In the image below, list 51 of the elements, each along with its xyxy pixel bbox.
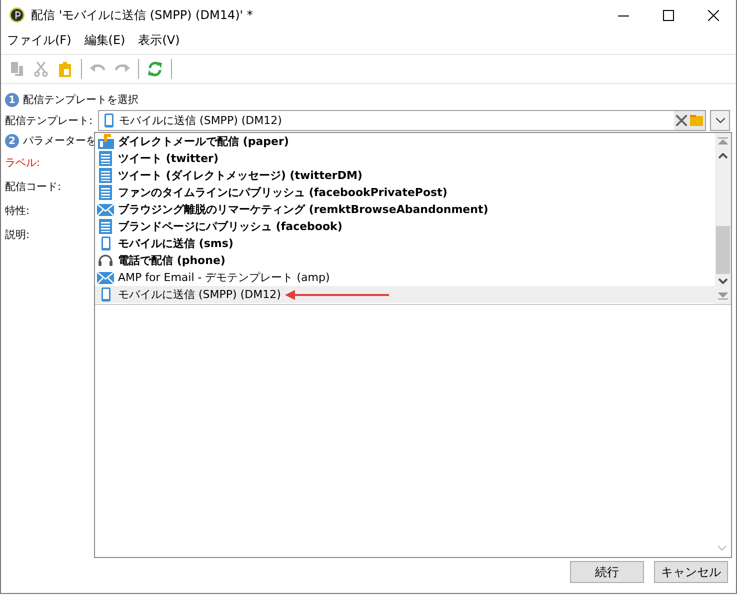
maximize-icon[interactable] xyxy=(663,10,674,20)
window-title: 配信 'モバイルに送信 (SMPP) (DM14)' * xyxy=(31,6,254,24)
scrollbar-thumb[interactable] xyxy=(716,226,730,274)
menu-item[interactable]: ファイル(F) xyxy=(7,32,72,48)
chevron-down-icon xyxy=(716,118,724,123)
menu-item[interactable]: 編集(E) xyxy=(84,32,126,48)
document-icon xyxy=(99,151,112,166)
template-option[interactable]: 電話で配信 (phone) xyxy=(95,252,715,269)
scroll-up-icon[interactable] xyxy=(718,153,728,159)
template-option[interactable]: ブランドページにパブリッシュ (facebook) xyxy=(95,218,715,235)
template-option[interactable]: モバイルに送信 (SMPP) (DM12) xyxy=(95,286,715,303)
document-icon xyxy=(99,185,112,200)
document-icon xyxy=(99,219,112,234)
mobile-phone-icon xyxy=(100,236,110,251)
field-label: 説明: xyxy=(5,228,30,242)
template-option[interactable]: ツイート (ダイレクトメッセージ) (twitterDM) xyxy=(95,167,715,184)
mobile-phone-icon xyxy=(100,287,110,302)
headset-icon xyxy=(98,253,113,268)
dropdown-button[interactable] xyxy=(710,110,730,131)
folder-icon[interactable] xyxy=(690,115,703,126)
arrow-annotation-icon xyxy=(284,290,389,300)
scrollbar[interactable] xyxy=(715,133,731,304)
step-number: 1 xyxy=(5,93,19,107)
template-field[interactable]: モバイルに送信 (SMPP) (DM12) xyxy=(98,110,706,131)
template-option[interactable]: ダイレクトメールで配信 (paper) xyxy=(95,133,715,150)
envelope-icon xyxy=(97,204,114,216)
template-option[interactable]: ブラウジング離脱のリマーケティング (remktBrowseAbandonment) xyxy=(95,201,715,218)
template-option[interactable]: ファンのタイムラインにパブリッシュ (facebookPrivatePost) xyxy=(95,184,715,201)
envelope-icon xyxy=(97,272,114,284)
scroll-bottom-icon[interactable] xyxy=(718,292,728,300)
field-label: 配信テンプレート: xyxy=(5,114,92,128)
step-title: 配信テンプレートを選択 xyxy=(23,93,138,107)
template-option[interactable]: AMP for Email - デモテンプレート (amp) xyxy=(95,269,715,286)
step-number: 2 xyxy=(5,134,19,148)
template-option[interactable]: モバイルに送信 (sms) xyxy=(95,235,715,252)
scroll-down-icon[interactable] xyxy=(718,278,728,284)
mobile-phone-icon xyxy=(104,113,114,128)
clipboard-icon[interactable] xyxy=(57,61,73,77)
app-logo-icon xyxy=(9,7,25,23)
field-label: 配信コード: xyxy=(5,180,61,194)
dialog-button[interactable]: 続行 xyxy=(570,561,644,583)
document-icon xyxy=(99,168,112,183)
field-label: ラベル: xyxy=(5,156,40,170)
close-icon[interactable] xyxy=(708,10,719,20)
refresh-icon[interactable] xyxy=(147,61,163,77)
scroll-top-icon[interactable] xyxy=(718,137,728,145)
clear-icon[interactable] xyxy=(676,115,687,126)
dialog-button[interactable]: キャンセル xyxy=(654,561,728,583)
field-label: 特性: xyxy=(5,204,30,218)
menu-item[interactable]: 表示(V) xyxy=(138,32,180,48)
template-option[interactable]: ツイート (twitter) xyxy=(95,150,715,167)
